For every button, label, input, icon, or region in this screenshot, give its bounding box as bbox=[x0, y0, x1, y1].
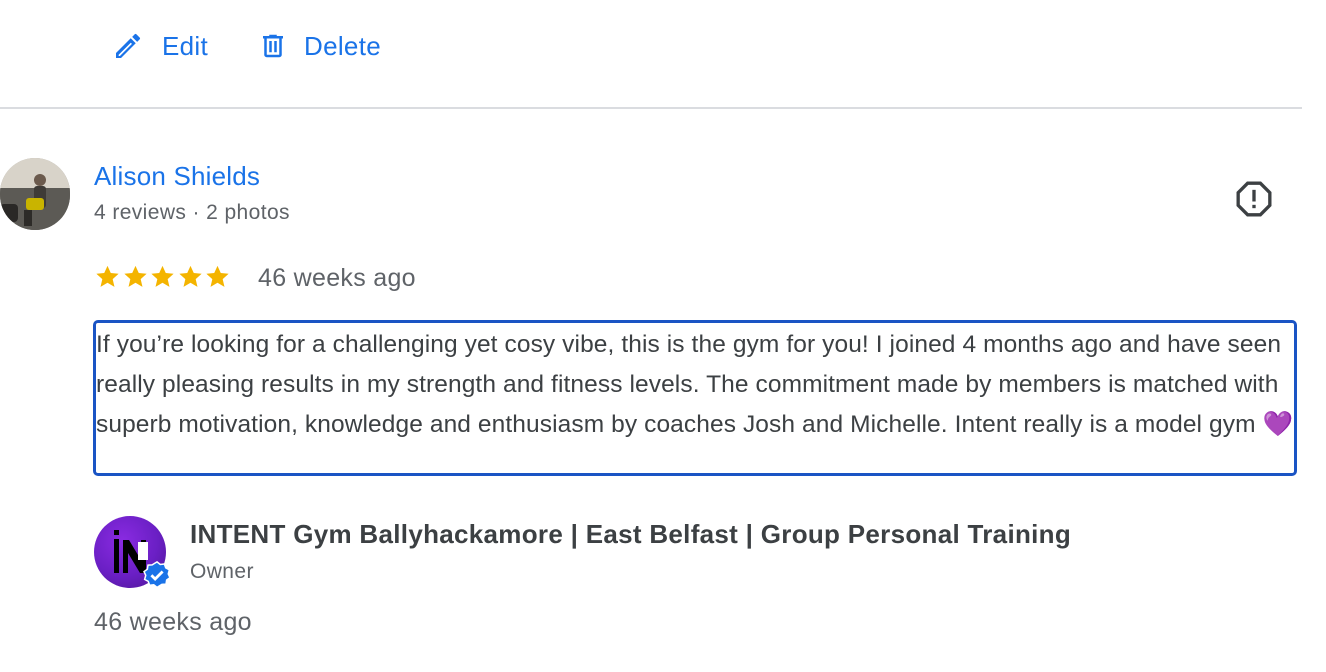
review-date: 46 weeks ago bbox=[258, 264, 416, 292]
star-icon bbox=[178, 265, 202, 287]
edit-label: Edit bbox=[162, 30, 209, 61]
reply-date: 46 weeks ago bbox=[94, 608, 252, 636]
delete-button[interactable]: Delete bbox=[258, 31, 381, 62]
avatar-photo bbox=[0, 158, 70, 230]
owner-avatar[interactable] bbox=[94, 516, 171, 589]
review-page: Edit Delete Alison Shields 4 reviews · 2… bbox=[0, 0, 1326, 672]
report-flag-icon[interactable] bbox=[1234, 179, 1274, 219]
owner-role: Owner bbox=[190, 560, 254, 583]
review-text: If you’re looking for a challenging yet … bbox=[93, 320, 1297, 476]
pencil-icon bbox=[116, 33, 141, 58]
edit-button[interactable]: Edit bbox=[112, 30, 208, 62]
verified-badge-icon bbox=[143, 560, 171, 589]
review-actions: Edit Delete bbox=[112, 30, 381, 62]
reviewer-name[interactable]: Alison Shields bbox=[94, 161, 260, 192]
star-icon bbox=[96, 265, 119, 287]
star-icon bbox=[151, 265, 174, 287]
divider bbox=[0, 107, 1302, 109]
delete-label: Delete bbox=[304, 30, 381, 61]
reviewer-meta: 4 reviews · 2 photos bbox=[94, 201, 290, 224]
reviewer-avatar[interactable] bbox=[0, 158, 70, 230]
owner-business-name[interactable]: INTENT Gym Ballyhackamore | East Belfast… bbox=[190, 519, 1071, 550]
star-icon bbox=[206, 265, 229, 287]
star-rating bbox=[94, 263, 232, 290]
trash-icon bbox=[263, 34, 284, 58]
star-icon bbox=[123, 265, 147, 287]
